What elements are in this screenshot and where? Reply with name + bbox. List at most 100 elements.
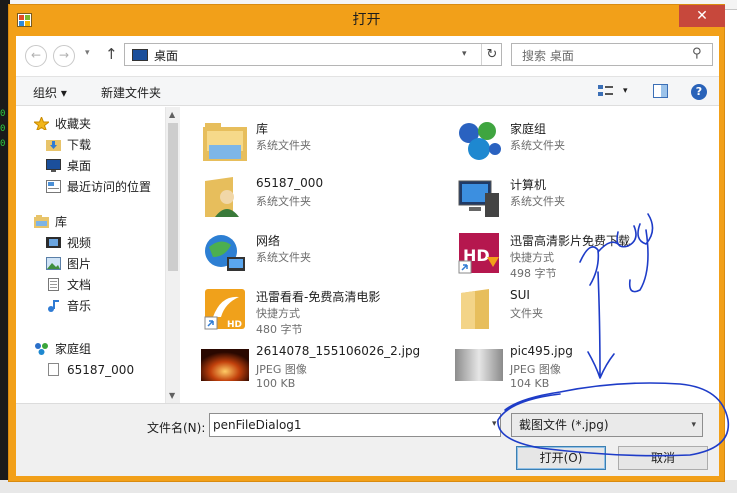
navigation-bar: ← → ▾ ↑ 桌面 ▾ ↻ 搜索 桌面 ⚲ — [16, 36, 719, 76]
cancel-button[interactable]: 取消 — [618, 446, 708, 470]
organize-menu[interactable]: 组织 ▾ — [33, 84, 67, 101]
documents-icon — [48, 278, 59, 291]
file-name: 网络 — [256, 234, 281, 248]
homegroup-icon — [35, 343, 48, 355]
homegroup-icon — [459, 122, 501, 160]
desktop-icon — [46, 159, 61, 172]
command-toolbar: 组织 ▾ 新建文件夹 ▾ ? — [16, 76, 719, 106]
file-item-sui[interactable]: SUI 文件夹 — [455, 285, 715, 337]
file-type: 系统文件夹 — [256, 139, 311, 152]
file-name: 65187_000 — [256, 176, 324, 190]
file-name: 家庭组 — [510, 122, 547, 136]
library-folder-icon — [203, 123, 247, 161]
sidebar-item-label: 桌面 — [67, 159, 92, 173]
scroll-up-icon[interactable]: ▲ — [169, 110, 175, 119]
file-item-xunlei-kankan[interactable]: HD 迅雷看看-免费高清电影 快捷方式 480 字节 — [201, 285, 461, 337]
file-type: 系统文件夹 — [256, 251, 311, 264]
file-item-computer[interactable]: 计算机 系统文件夹 — [455, 173, 715, 225]
title-bar[interactable]: 打开 ✕ — [9, 5, 725, 36]
view-dropdown-icon[interactable]: ▾ — [623, 86, 628, 96]
computer-icon — [458, 180, 499, 217]
search-placeholder: 搜索 桌面 — [522, 49, 574, 63]
filename-dropdown[interactable]: ▾ — [492, 419, 497, 429]
file-name: 迅雷看看-免费高清电影 — [256, 290, 381, 304]
file-type: 快捷方式 — [256, 307, 300, 320]
file-item-jpg-1[interactable]: 2614078_155106026_2.jpg JPEG 图像 100 KB — [201, 341, 461, 393]
back-button[interactable]: ← — [25, 45, 47, 67]
navigation-scrollbar[interactable]: ▲ ▼ — [165, 107, 180, 403]
file-item-jpg-2[interactable]: pic495.jpg JPEG 图像 104 KB — [455, 341, 715, 393]
address-bar[interactable]: 桌面 ▾ ↻ — [124, 43, 502, 66]
file-size: 100 KB — [256, 377, 296, 390]
scroll-thumb[interactable] — [168, 123, 178, 271]
sidebar-item-label: 文档 — [67, 278, 92, 292]
new-folder-button[interactable]: 新建文件夹 — [101, 84, 161, 101]
scroll-down-icon[interactable]: ▼ — [169, 391, 175, 400]
file-list: 库 系统文件夹 家庭组 系统文件夹 65187_000 系统文件夹 计算机 系统… — [181, 107, 719, 403]
address-dropdown[interactable]: ▾ — [462, 49, 467, 59]
help-icon[interactable]: ? — [691, 84, 707, 100]
file-item-xunlei-hd[interactable]: HD 迅雷高清影片免费下载 快捷方式 498 字节 — [455, 229, 715, 281]
star-icon — [34, 117, 49, 130]
file-name: SUI — [510, 288, 530, 302]
sidebar-item-label: 下载 — [67, 138, 92, 152]
jpeg-thumbnail-icon — [201, 349, 249, 381]
download-folder-icon — [46, 140, 61, 151]
file-type: 文件夹 — [510, 307, 543, 320]
file-type: 系统文件夹 — [510, 195, 565, 208]
file-type: JPEG 图像 — [256, 363, 307, 376]
sidebar-item-label: 收藏夹 — [55, 117, 92, 131]
file-item-user-folder[interactable]: 65187_000 系统文件夹 — [201, 173, 461, 225]
dialog-title: 打开 — [352, 12, 381, 28]
file-size: 104 KB — [510, 377, 550, 390]
search-input[interactable]: 搜索 桌面 ⚲ — [511, 43, 713, 66]
music-icon — [48, 300, 59, 312]
navigation-pane: 收藏夹 下载 桌面 最近访问的位置 库 视频 图片 文档 音乐 家庭组 6518… — [16, 107, 181, 403]
view-options-icon[interactable] — [597, 83, 615, 99]
refresh-button[interactable]: ↻ — [481, 44, 502, 65]
chevron-down-icon: ▾ — [691, 420, 696, 430]
file-item-library[interactable]: 库 系统文件夹 — [201, 117, 461, 169]
sidebar-item-label: 图片 — [67, 257, 92, 271]
file-name: 计算机 — [510, 178, 547, 192]
sidebar-item-label: 音乐 — [67, 299, 92, 313]
file-icon — [48, 363, 59, 376]
folder-icon — [461, 289, 489, 329]
desktop-icon — [132, 49, 148, 61]
file-type: 快捷方式 — [510, 251, 554, 264]
library-icon — [34, 215, 49, 228]
search-icon[interactable]: ⚲ — [692, 46, 702, 61]
recent-places-icon — [46, 180, 61, 193]
sidebar-item-label: 65187_000 — [67, 363, 135, 377]
address-text: 桌面 — [154, 49, 179, 63]
forward-button[interactable]: → — [53, 45, 75, 67]
xunlei-hd-shortcut-icon: HD — [458, 233, 499, 274]
svg-text:HD: HD — [227, 320, 242, 330]
file-item-homegroup[interactable]: 家庭组 系统文件夹 — [455, 117, 715, 169]
preview-pane-icon[interactable] — [652, 83, 670, 99]
file-name: 库 — [256, 122, 269, 136]
up-button[interactable]: ↑ — [105, 45, 118, 63]
filetype-select[interactable]: 截图文件 (*.jpg) ▾ — [511, 413, 703, 437]
sidebar-item-label: 最近访问的位置 — [67, 180, 152, 194]
close-button[interactable]: ✕ — [679, 5, 725, 27]
file-size: 498 字节 — [510, 267, 557, 280]
pictures-icon — [46, 257, 61, 270]
file-item-network[interactable]: 网络 系统文件夹 — [201, 229, 461, 281]
file-type: 系统文件夹 — [256, 195, 311, 208]
open-button[interactable]: 打开(O) — [516, 446, 606, 470]
video-icon — [46, 237, 61, 248]
dialog-content: ← → ▾ ↑ 桌面 ▾ ↻ 搜索 桌面 ⚲ 组织 ▾ 新建文件夹 ▾ ? 收藏… — [16, 36, 719, 476]
dialog-footer: 文件名(N): ▾ 截图文件 (*.jpg) ▾ 打开(O) 取消 — [16, 403, 719, 476]
filename-label: 文件名(N): — [147, 421, 206, 435]
sidebar-item-label: 视频 — [67, 236, 92, 250]
file-type: 系统文件夹 — [510, 139, 565, 152]
recent-locations-dropdown[interactable]: ▾ — [85, 48, 90, 58]
file-name: 迅雷高清影片免费下载 — [510, 234, 631, 248]
file-name: 2614078_155106026_2.jpg — [256, 344, 421, 358]
filename-input[interactable] — [209, 413, 501, 437]
xunlei-kankan-shortcut-icon: HD — [204, 289, 245, 330]
file-name: pic495.jpg — [510, 344, 573, 358]
network-icon — [205, 235, 245, 271]
sidebar-item-label: 库 — [55, 215, 68, 229]
